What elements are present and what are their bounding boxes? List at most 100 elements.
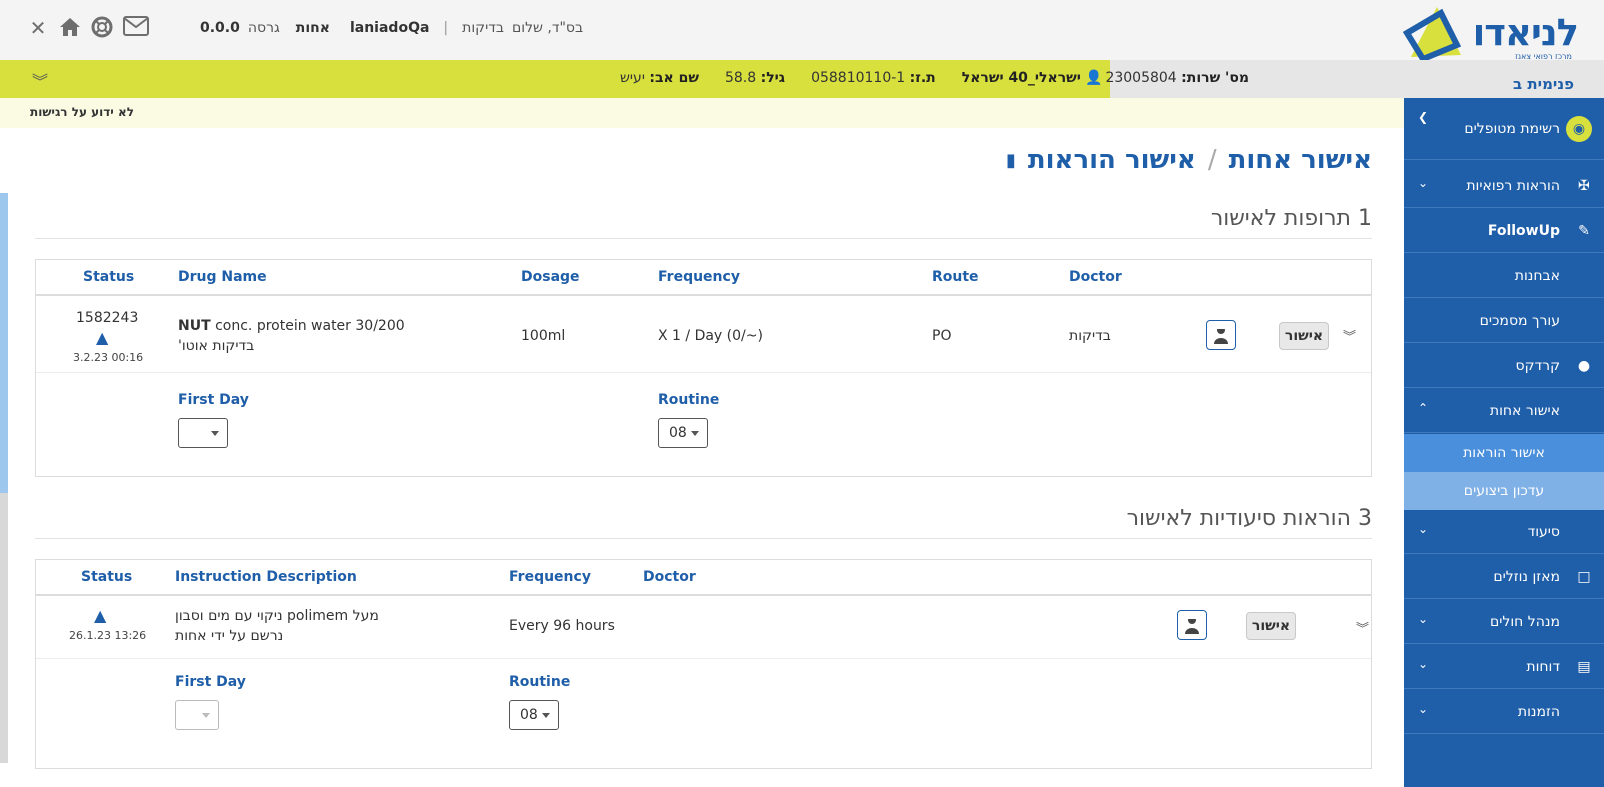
username: laniadoQa	[349, 20, 430, 36]
sidebar-item-diagnoses[interactable]: אבחנות	[1404, 254, 1604, 298]
sidebar-item-label: אישור אחות	[1489, 402, 1560, 419]
routine-select[interactable]: 08	[509, 700, 559, 730]
sidebar-subitem-orders-approval[interactable]: אישור הוראות	[1404, 434, 1604, 472]
approve-button[interactable]: אישור	[1279, 322, 1329, 350]
nurse-icon	[1214, 326, 1228, 344]
patient-id-field: ת.ז: 058810110-1	[811, 70, 936, 86]
status-id: 1582243	[76, 310, 139, 326]
patient-age: 58.8	[724, 70, 757, 86]
sidebar-item-nursing[interactable]: ⌄ סיעוד	[1404, 510, 1604, 554]
home-icon[interactable]	[58, 16, 82, 40]
allergy-banner: לא ידוע על רגישות	[0, 98, 1405, 128]
row-divider	[36, 658, 1371, 659]
table-header: Status Drug Name Dosage Frequency Route …	[36, 260, 1371, 296]
sidebar-item-label: אבחנות	[1514, 267, 1560, 284]
patient-father-field: שם אב: יעיש	[620, 70, 699, 86]
help-icon[interactable]	[90, 16, 114, 40]
sidebar-item-patient-admin[interactable]: ⌄ מנהל חולים	[1404, 600, 1604, 644]
col-doctor: Doctor	[1069, 269, 1122, 285]
sidebar-item-label: הוראות רפואיות	[1466, 177, 1560, 194]
nurse-stamp-button[interactable]	[1206, 320, 1236, 350]
chat-icon: □	[1577, 569, 1591, 585]
sidebar-item-label: רשימת מטופלים	[1464, 120, 1560, 137]
col-status: Status	[81, 569, 133, 585]
patient-father: יעיש	[620, 70, 645, 86]
drug-name-rest: conc. protein water 30/200	[215, 318, 405, 334]
chevron-down-icon: ⌄	[1418, 176, 1429, 190]
patient-name: ישראלי_40 ישראל	[961, 70, 1081, 86]
people-icon: ◉	[1566, 116, 1592, 142]
version-value: 0.0.0	[200, 20, 240, 36]
breadcrumb-root[interactable]: אישור אחות	[1229, 145, 1372, 175]
collapse-chevron-icon[interactable]: ︾	[32, 68, 48, 92]
first-day-label: First Day	[178, 392, 249, 408]
patient-name-field: 👤 ישראלי_40 ישראל	[962, 70, 1103, 86]
top-icons: ✕	[26, 16, 150, 40]
sidebar-item-medical-orders[interactable]: ⌄ הוראות רפואיות ✠	[1404, 164, 1604, 208]
drugs-table: Status Drug Name Dosage Frequency Route …	[35, 259, 1372, 477]
drug-note: בדיקות אוטו'	[178, 338, 255, 354]
chevron-down-icon: ⌄	[1418, 522, 1429, 536]
sidebar-item-kardex[interactable]: קרדקס ●	[1404, 344, 1604, 388]
section-divider	[35, 538, 1372, 539]
routine-label: Routine	[509, 674, 571, 690]
sidebar-item-nurse-approval[interactable]: ⌃ אישור אחות	[1404, 389, 1604, 433]
sidebar-item-label: הזמנות	[1517, 703, 1560, 720]
first-day-select[interactable]	[175, 700, 219, 730]
serial-label: מס' שרות:	[1181, 70, 1249, 86]
col-dosage: Dosage	[521, 269, 580, 285]
clipboard-icon: ▤	[1577, 659, 1591, 675]
mail-icon[interactable]	[122, 16, 150, 40]
patient-bar-main: ︾ 👤 ישראלי_40 ישראל ת.ז: 058810110-1 גיל…	[0, 60, 1142, 98]
sidebar-item-label: קרדקס	[1515, 357, 1561, 374]
sidebar-item-orders[interactable]: ⌄ הזמנות	[1404, 690, 1604, 734]
version-label: גרסה	[247, 20, 280, 36]
expand-chevron-icon[interactable]: ︾	[1356, 618, 1369, 637]
sidebar-item-label: מנהל חולים	[1489, 613, 1560, 630]
chevron-left-icon: ❮	[1418, 110, 1429, 124]
scroll-rail-track	[0, 493, 8, 763]
patient-father-label: שם אב:	[649, 70, 699, 86]
nurse-stamp-button[interactable]	[1177, 610, 1207, 640]
status-time: 3.2.23 00:16	[73, 351, 144, 364]
patient-age-field: גיל: 58.8	[725, 70, 785, 86]
sidebar-item-fluid-balance[interactable]: מאזן נוזלים □	[1404, 555, 1604, 599]
stamp-icon: ▲	[94, 606, 107, 625]
sidebar-item-label: דוחות	[1526, 658, 1560, 675]
breadcrumb: אישור אחות / אישור הוראות ▮	[1006, 145, 1372, 175]
row-divider	[36, 372, 1371, 373]
sidebar-item-reports[interactable]: ⌄ דוחות ▤	[1404, 645, 1604, 689]
sidebar-subitem-executions-update[interactable]: עדכון ביצועים	[1404, 472, 1604, 510]
frequency: Every 96 hours	[509, 618, 615, 634]
caret-down-icon	[211, 431, 219, 436]
breadcrumb-current: אישור הוראות	[1027, 145, 1196, 175]
sidebar-item-label: עורך מסמכים	[1479, 312, 1560, 329]
instruction-line1: מעל polimem ניקוי עם מים וסבון	[175, 608, 379, 624]
caret-down-icon	[202, 713, 210, 718]
drug-name-bold: NUT	[178, 318, 211, 334]
user-role: אחות	[295, 20, 330, 36]
col-frequency: Frequency	[658, 269, 740, 285]
first-day-select[interactable]	[178, 418, 228, 448]
col-drug-name: Drug Name	[178, 269, 267, 285]
drug-name: NUT conc. protein water 30/200	[178, 318, 405, 334]
sidebar-item-followup[interactable]: FollowUp ✎	[1404, 209, 1604, 253]
routine-value: 08	[520, 707, 538, 723]
chevron-down-icon: ⌄	[1418, 702, 1429, 716]
sidebar-item-patients-list[interactable]: ❮ רשימת מטופלים ◉	[1404, 98, 1604, 160]
patient-fields: 👤 ישראלי_40 ישראל ת.ז: 058810110-1 גיל: …	[620, 70, 1103, 86]
sidebar-item-document-editor[interactable]: עורך מסמכים	[1404, 299, 1604, 343]
col-instruction: Instruction Description	[175, 569, 357, 585]
logo-text: לניאדו	[1472, 11, 1579, 54]
approve-button[interactable]: אישור	[1246, 612, 1296, 640]
routine-select[interactable]: 08	[658, 418, 708, 448]
scroll-rail[interactable]	[0, 193, 8, 493]
close-icon[interactable]: ✕	[26, 16, 50, 40]
expand-chevron-icon[interactable]: ︾	[1343, 326, 1356, 345]
doctor: בדיקות	[1069, 328, 1111, 344]
sidebar-item-label: סיעוד	[1527, 523, 1560, 540]
patient-id-label: ת.ז:	[909, 70, 936, 86]
top-header: לניאדו מרכז רפואי צאנז ✕ 0.0.0 גרסה אחות…	[0, 0, 1604, 61]
col-frequency: Frequency	[509, 569, 591, 585]
logo-mark-icon	[1403, 7, 1462, 61]
